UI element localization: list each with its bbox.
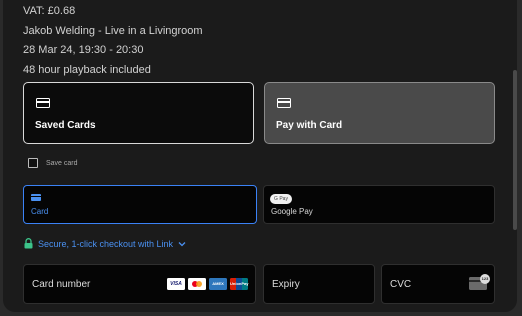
credit-card-icon [31, 194, 41, 201]
save-card-checkbox[interactable] [28, 158, 38, 168]
google-pay-icon: G Pay [270, 194, 292, 204]
credit-card-icon [36, 98, 50, 108]
cvc-label: CVC [390, 279, 412, 290]
card-number-field[interactable]: Card number VISA AMEX UnionPay [23, 264, 256, 304]
cvc-badge: 123 [480, 274, 490, 284]
playback-note: 48 hour playback included [23, 64, 151, 76]
vat-line: VAT: £0.68 [23, 5, 76, 17]
credit-card-icon [277, 98, 291, 108]
link-checkout-button[interactable]: Secure, 1-click checkout with Link [24, 238, 186, 249]
link-checkout-label: Secure, 1-click checkout with Link [38, 238, 174, 249]
card-brand-logos: VISA AMEX UnionPay [167, 278, 248, 290]
visa-icon: VISA [167, 278, 185, 290]
chevron-down-icon [178, 241, 186, 246]
save-card-label: Save card [46, 159, 78, 167]
cvc-card-icon: 123 [469, 274, 490, 290]
cvc-field[interactable]: CVC 123 [381, 264, 495, 304]
mastercard-icon [188, 278, 206, 290]
lock-icon [24, 238, 33, 249]
scrollbar-thumb[interactable] [513, 70, 517, 230]
saved-cards-option[interactable]: Saved Cards [23, 82, 254, 144]
pay-with-card-option[interactable]: Pay with Card [264, 82, 495, 144]
saved-cards-label: Saved Cards [35, 120, 96, 131]
event-title: Jakob Welding - Live in a Livingroom [23, 25, 203, 37]
card-number-label: Card number [32, 279, 91, 290]
unionpay-icon: UnionPay [230, 278, 248, 290]
tab-google-pay-label: Google Pay [271, 207, 313, 216]
expiry-field[interactable]: Expiry [263, 264, 375, 304]
tab-google-pay[interactable]: G Pay Google Pay [263, 185, 495, 224]
tab-card[interactable]: Card [23, 185, 257, 224]
event-datetime: 28 Mar 24, 19:30 - 20:30 [23, 44, 144, 56]
save-card-row[interactable]: Save card [28, 158, 78, 168]
pay-with-card-label: Pay with Card [276, 120, 343, 131]
amex-icon: AMEX [209, 278, 227, 290]
expiry-label: Expiry [272, 279, 300, 290]
tab-card-label: Card [31, 207, 49, 216]
checkout-modal: VAT: £0.68 Jakob Welding - Live in a Liv… [3, 0, 517, 312]
